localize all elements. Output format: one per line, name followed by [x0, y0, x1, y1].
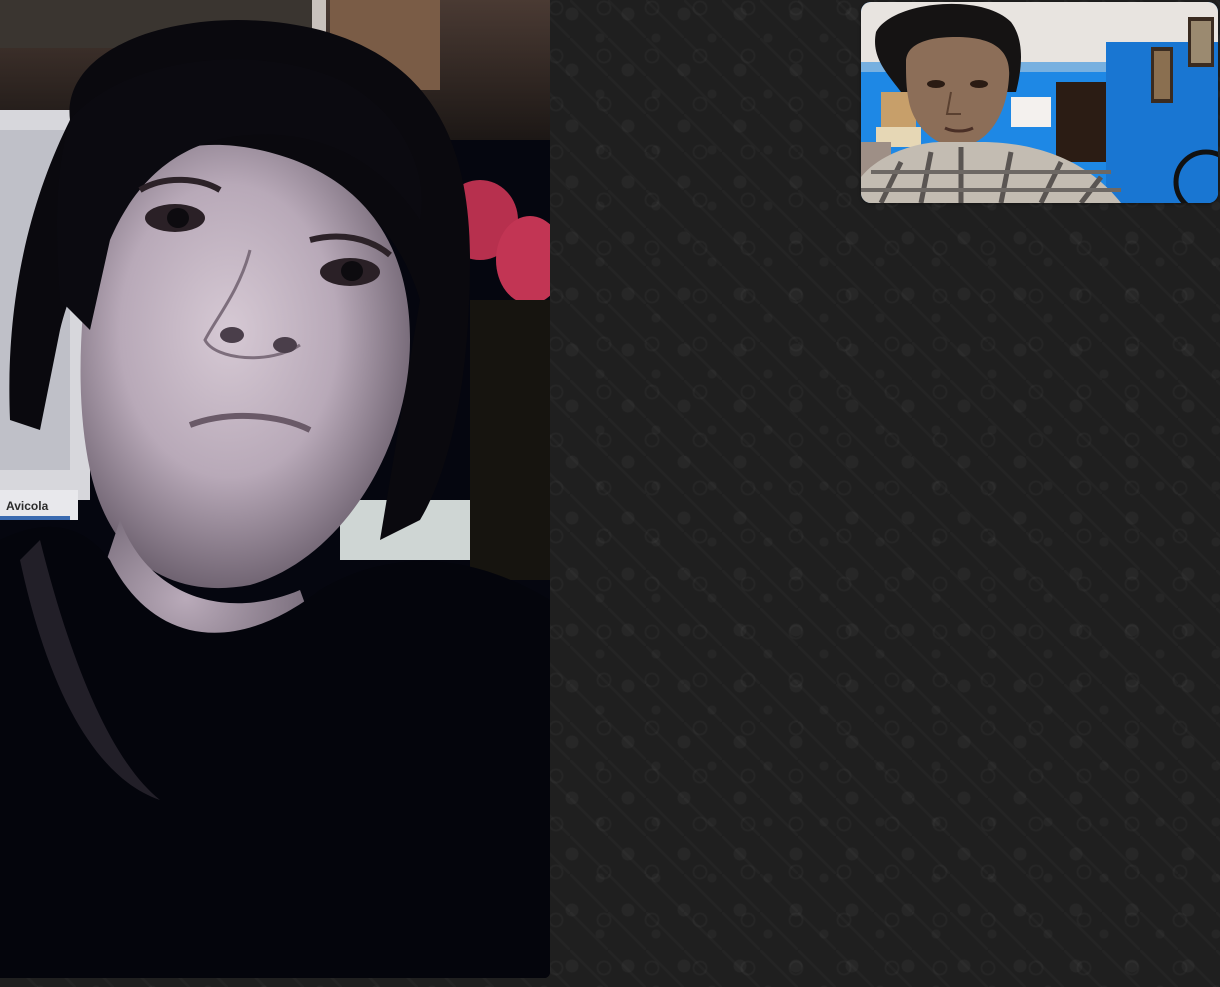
remote-background-sign: Avicola	[6, 499, 49, 513]
self-video-preview[interactable]	[861, 2, 1218, 203]
remote-participant-video[interactable]: Avicola	[0, 0, 550, 978]
video-call-window: Avicola	[0, 0, 1220, 987]
